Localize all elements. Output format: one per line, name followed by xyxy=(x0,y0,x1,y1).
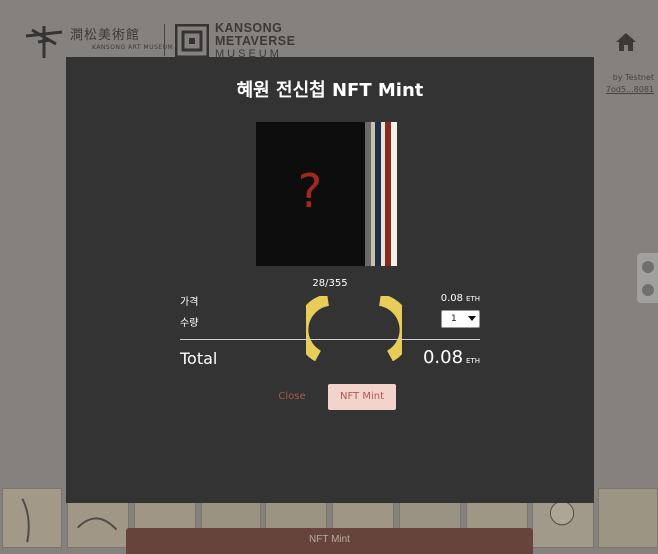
total-value: 0.08 ETH xyxy=(423,347,480,368)
price-amount: 0.08 xyxy=(440,293,464,304)
chevron-down-icon xyxy=(468,316,476,321)
nft-preview-card: ? xyxy=(254,120,399,267)
minted-supply-counter: 28/355 xyxy=(312,278,348,289)
total-unit: ETH xyxy=(466,357,480,365)
total-label: Total xyxy=(180,349,218,368)
quantity-selected-value: 1 xyxy=(451,314,457,324)
price-value: 0.08 ETH xyxy=(441,293,480,304)
total-amount: 0.08 xyxy=(422,347,464,368)
close-button[interactable]: Close xyxy=(270,387,314,407)
price-label: 가격 xyxy=(180,297,199,308)
quantity-select[interactable]: 1 xyxy=(441,310,480,328)
preview-strip xyxy=(391,122,397,266)
mystery-question-icon: ? xyxy=(297,164,323,218)
nft-mint-button[interactable]: NFT Mint xyxy=(328,384,396,410)
summary-divider xyxy=(180,339,480,340)
mint-modal: 혜원 전신첩 NFT Mint ? 28/355 가격 0.08 ETH 수량 1… xyxy=(66,57,594,503)
modal-title: 혜원 전신첩 NFT Mint xyxy=(236,80,424,101)
loading-spinner-icon xyxy=(306,296,402,362)
quantity-label: 수량 xyxy=(180,318,199,329)
price-unit: ETH xyxy=(466,295,480,303)
